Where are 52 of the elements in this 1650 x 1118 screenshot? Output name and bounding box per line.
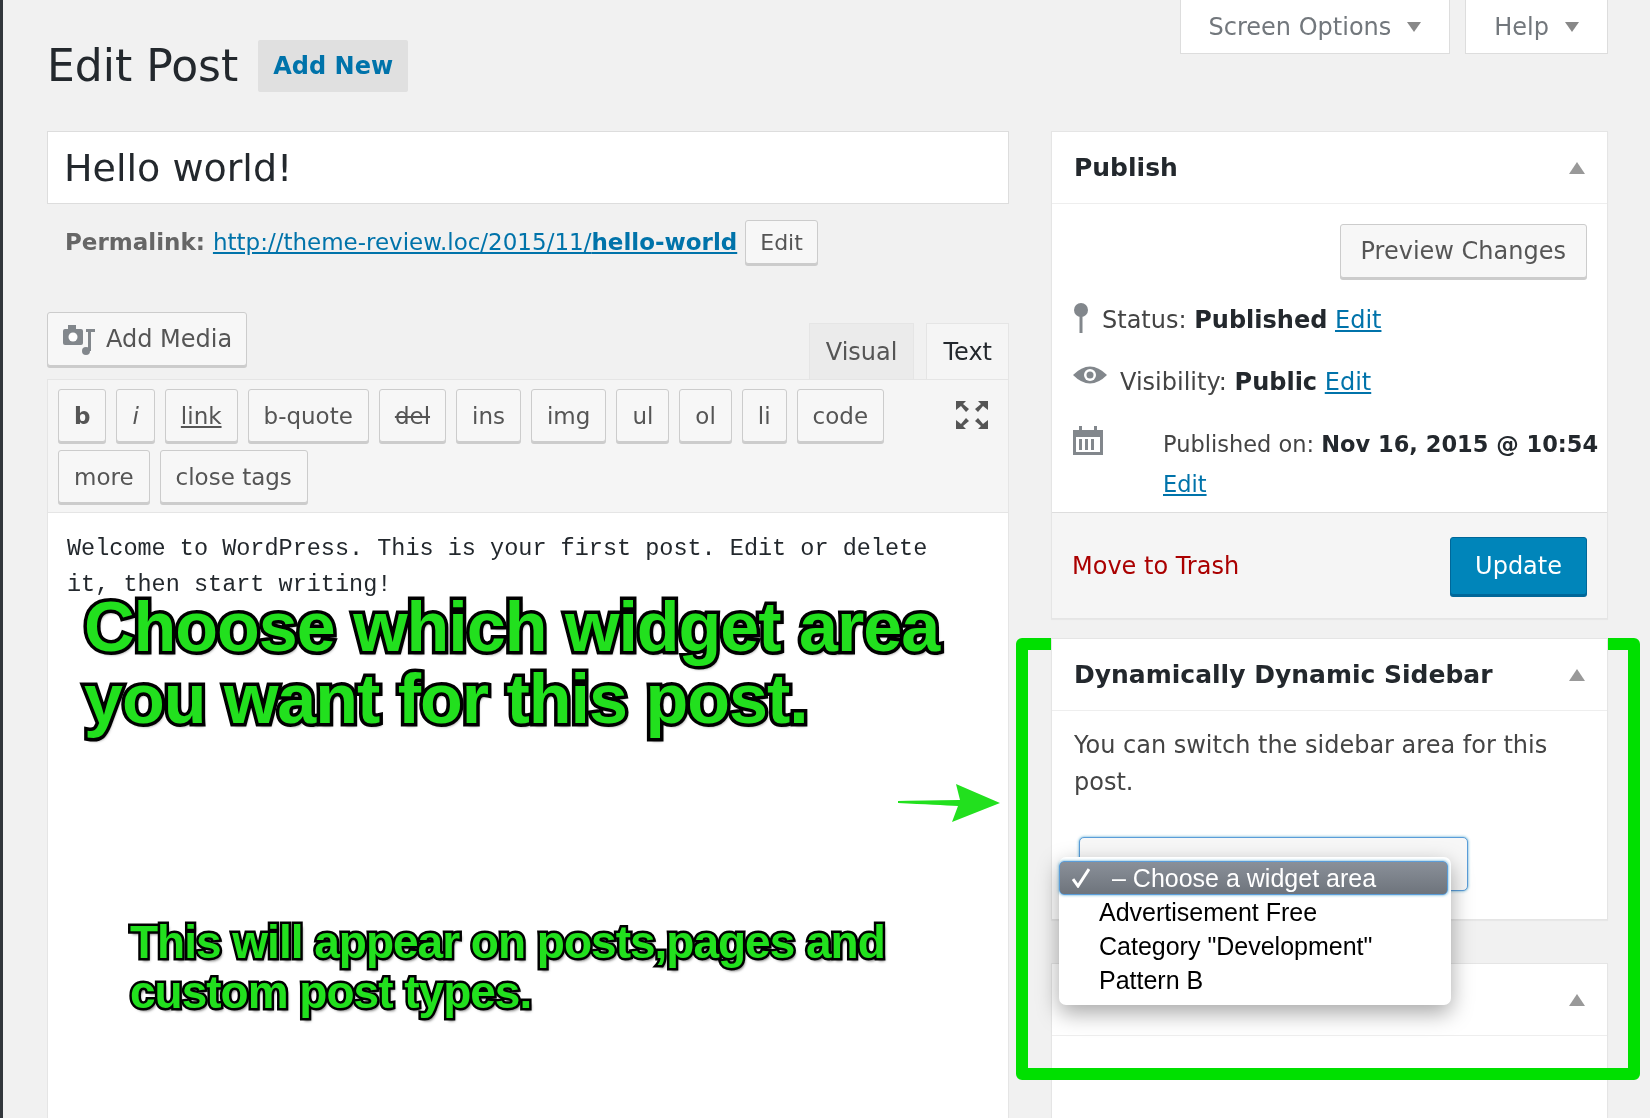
dropdown-option[interactable]: – Choose a widget area <box>1059 861 1448 895</box>
quicktag-button[interactable]: close tags <box>159 450 308 503</box>
camera-music-icon <box>62 323 96 355</box>
calendar-icon <box>1072 426 1104 456</box>
collapse-caret-icon[interactable] <box>1569 993 1585 1006</box>
update-button[interactable]: Update <box>1450 536 1587 595</box>
quicktag-button[interactable]: code <box>796 389 885 442</box>
panel-title: Dynamically Dynamic Sidebar <box>1074 660 1493 689</box>
quicktag-button[interactable]: img <box>530 389 607 442</box>
permalink-label: Permalink: <box>65 229 205 255</box>
pin-icon <box>1072 302 1090 334</box>
edit-link[interactable]: Edit <box>1335 306 1382 334</box>
quicktag-button[interactable]: link <box>164 389 238 442</box>
eye-icon <box>1072 364 1108 386</box>
editor-tab[interactable]: Text <box>926 323 1009 379</box>
quicktag-button[interactable]: b <box>58 389 107 442</box>
quicktag-button[interactable]: i <box>116 389 155 442</box>
dropdown-option[interactable]: Advertisement Free <box>1059 895 1451 929</box>
edit-link[interactable]: Edit <box>1163 471 1207 497</box>
quicktag-button[interactable]: li <box>741 389 787 442</box>
caret-down-icon <box>1407 21 1422 32</box>
quicktag-button[interactable]: ul <box>616 389 670 442</box>
panel-title: Publish <box>1074 153 1178 182</box>
dropdown-option[interactable]: Pattern B <box>1059 963 1451 997</box>
screen-tab[interactable]: Screen Options <box>1179 0 1451 54</box>
publish-visibility-text: Visibility: Public Edit <box>1120 367 1372 398</box>
post-title-field[interactable]: Hello world! <box>47 131 1009 204</box>
editor-tab[interactable]: Visual <box>808 323 915 379</box>
edit-permalink-button[interactable]: Edit <box>745 220 818 264</box>
panel-description: You can switch the sidebar area for this post. <box>1073 730 1549 798</box>
move-to-trash-link[interactable]: Move to Trash <box>1072 551 1240 580</box>
screen-tab[interactable]: Help <box>1465 0 1608 54</box>
publish-status-text: Status: Published Edit <box>1102 305 1382 336</box>
quicktag-button[interactable]: ol <box>679 389 732 442</box>
add-media-button[interactable]: Add Media <box>47 312 248 366</box>
quicktag-button[interactable]: more <box>58 450 150 503</box>
edit-link[interactable]: Edit <box>1324 368 1372 396</box>
add-new-button[interactable]: Add New <box>258 40 409 92</box>
caret-down-icon <box>1565 21 1579 32</box>
checkmark-icon <box>1072 868 1090 888</box>
publish-date-text: Published on: Nov 16, 2015 @ 10:54 Edit <box>1162 430 1600 499</box>
annotation-text: This will appear on posts,pages and custom post types. <box>129 915 886 1020</box>
fullscreen-icon[interactable] <box>956 401 988 429</box>
page-title: Edit Post <box>47 39 239 93</box>
dropdown-option[interactable]: Category "Development" <box>1059 929 1451 963</box>
preview-changes-button[interactable]: Preview Changes <box>1339 224 1587 278</box>
quicktag-button[interactable]: del <box>378 389 446 442</box>
quicktag-button[interactable]: b-quote <box>247 389 369 442</box>
collapse-caret-icon[interactable] <box>1569 668 1585 681</box>
collapse-caret-icon[interactable] <box>1569 161 1585 174</box>
permalink-link[interactable]: http://theme-review.loc/2015/11/hello-world <box>212 229 738 255</box>
quicktag-button[interactable]: ins <box>456 389 521 442</box>
